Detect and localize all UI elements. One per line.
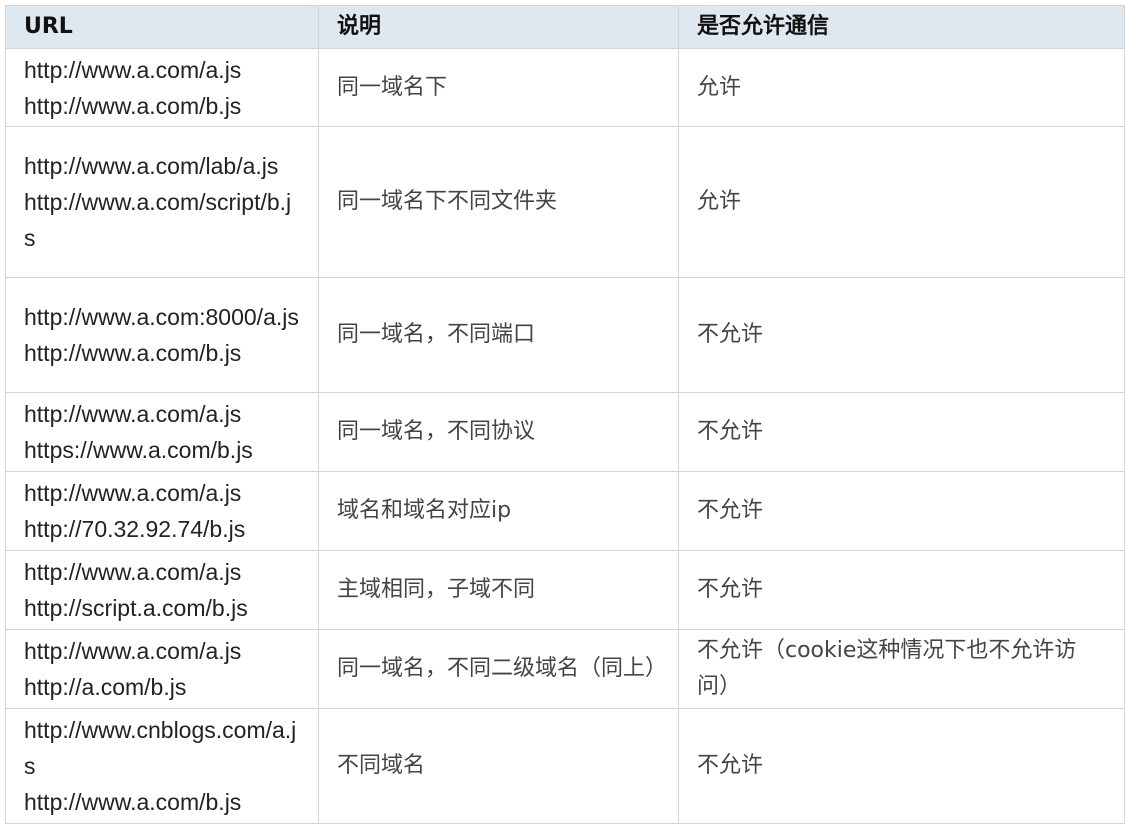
comparison-table-container: URL 说明 是否允许通信 http://www.a.com/a.js http… [5,5,1125,824]
allowed-cell: 允许 [678,48,1125,127]
allowed-cell: 不允许 [678,471,1125,551]
table-row: http://www.a.com/a.js http://www.a.com/b… [5,48,1125,127]
description-cell: 同一域名下 [318,48,679,127]
table-row: http://www.a.com/a.js http://a.com/b.js … [5,629,1125,709]
url-cell: http://www.a.com/a.js http://script.a.co… [5,550,319,630]
url-text: http://www.a.com/lab/a.js [24,153,279,179]
description-cell: 域名和域名对应ip [318,471,679,551]
url-cell: http://www.a.com/lab/a.js http://www.a.c… [5,126,319,278]
url-cell: http://www.cnblogs.com/a.js http://www.a… [5,708,319,824]
header-url: URL [5,5,319,49]
url-text: http://www.a.com/a.js [24,480,242,506]
header-description: 说明 [318,5,679,49]
url-text: http://www.a.com/b.js [24,340,242,366]
url-text: http://www.a.com/b.js [24,789,242,815]
url-text: http://www.a.com/a.js [24,559,242,585]
description-cell: 同一域名，不同端口 [318,277,679,393]
table-row: http://www.cnblogs.com/a.js http://www.a… [5,708,1125,824]
allowed-cell: 不允许 [678,550,1125,630]
url-cell: http://www.a.com:8000/a.js http://www.a.… [5,277,319,393]
url-text: http://script.a.com/b.js [24,595,248,621]
table-header-row: URL 说明 是否允许通信 [5,5,1125,49]
description-cell: 同一域名，不同协议 [318,392,679,472]
url-cell: http://www.a.com/a.js http://70.32.92.74… [5,471,319,551]
allowed-cell: 不允许 [678,392,1125,472]
allowed-cell: 允许 [678,126,1125,278]
url-text: http://a.com/b.js [24,674,187,700]
url-text: http://www.a.com/a.js [24,638,242,664]
table-row: http://www.a.com/a.js http://script.a.co… [5,550,1125,630]
description-cell: 主域相同，子域不同 [318,550,679,630]
allowed-cell: 不允许 [678,277,1125,393]
header-allowed: 是否允许通信 [678,5,1125,49]
url-cell: http://www.a.com/a.js http://www.a.com/b… [5,48,319,127]
url-text: http://www.a.com/a.js [24,401,242,427]
url-text: http://70.32.92.74/b.js [24,516,246,542]
allowed-cell: 不允许（cookie这种情况下也不允许访问） [678,629,1125,709]
url-cell: http://www.a.com/a.js https://www.a.com/… [5,392,319,472]
table-row: http://www.a.com:8000/a.js http://www.a.… [5,277,1125,393]
same-origin-table: URL 说明 是否允许通信 http://www.a.com/a.js http… [5,5,1125,824]
table-row: http://www.a.com/lab/a.js http://www.a.c… [5,126,1125,278]
url-text: http://www.a.com/script/b.js [24,189,292,251]
url-text: https://www.a.com/b.js [24,437,253,463]
url-text: http://www.cnblogs.com/a.js [24,717,297,779]
url-text: http://www.a.com:8000/a.js [24,304,299,330]
url-text: http://www.a.com/a.js [24,56,242,83]
url-cell: http://www.a.com/a.js http://a.com/b.js [5,629,319,709]
description-cell: 同一域名，不同二级域名（同上） [318,629,679,709]
url-text: http://www.a.com/b.js [24,92,242,119]
description-cell: 不同域名 [318,708,679,824]
table-row: http://www.a.com/a.js http://70.32.92.74… [5,471,1125,551]
table-row: http://www.a.com/a.js https://www.a.com/… [5,392,1125,472]
description-cell: 同一域名下不同文件夹 [318,126,679,278]
allowed-cell: 不允许 [678,708,1125,824]
